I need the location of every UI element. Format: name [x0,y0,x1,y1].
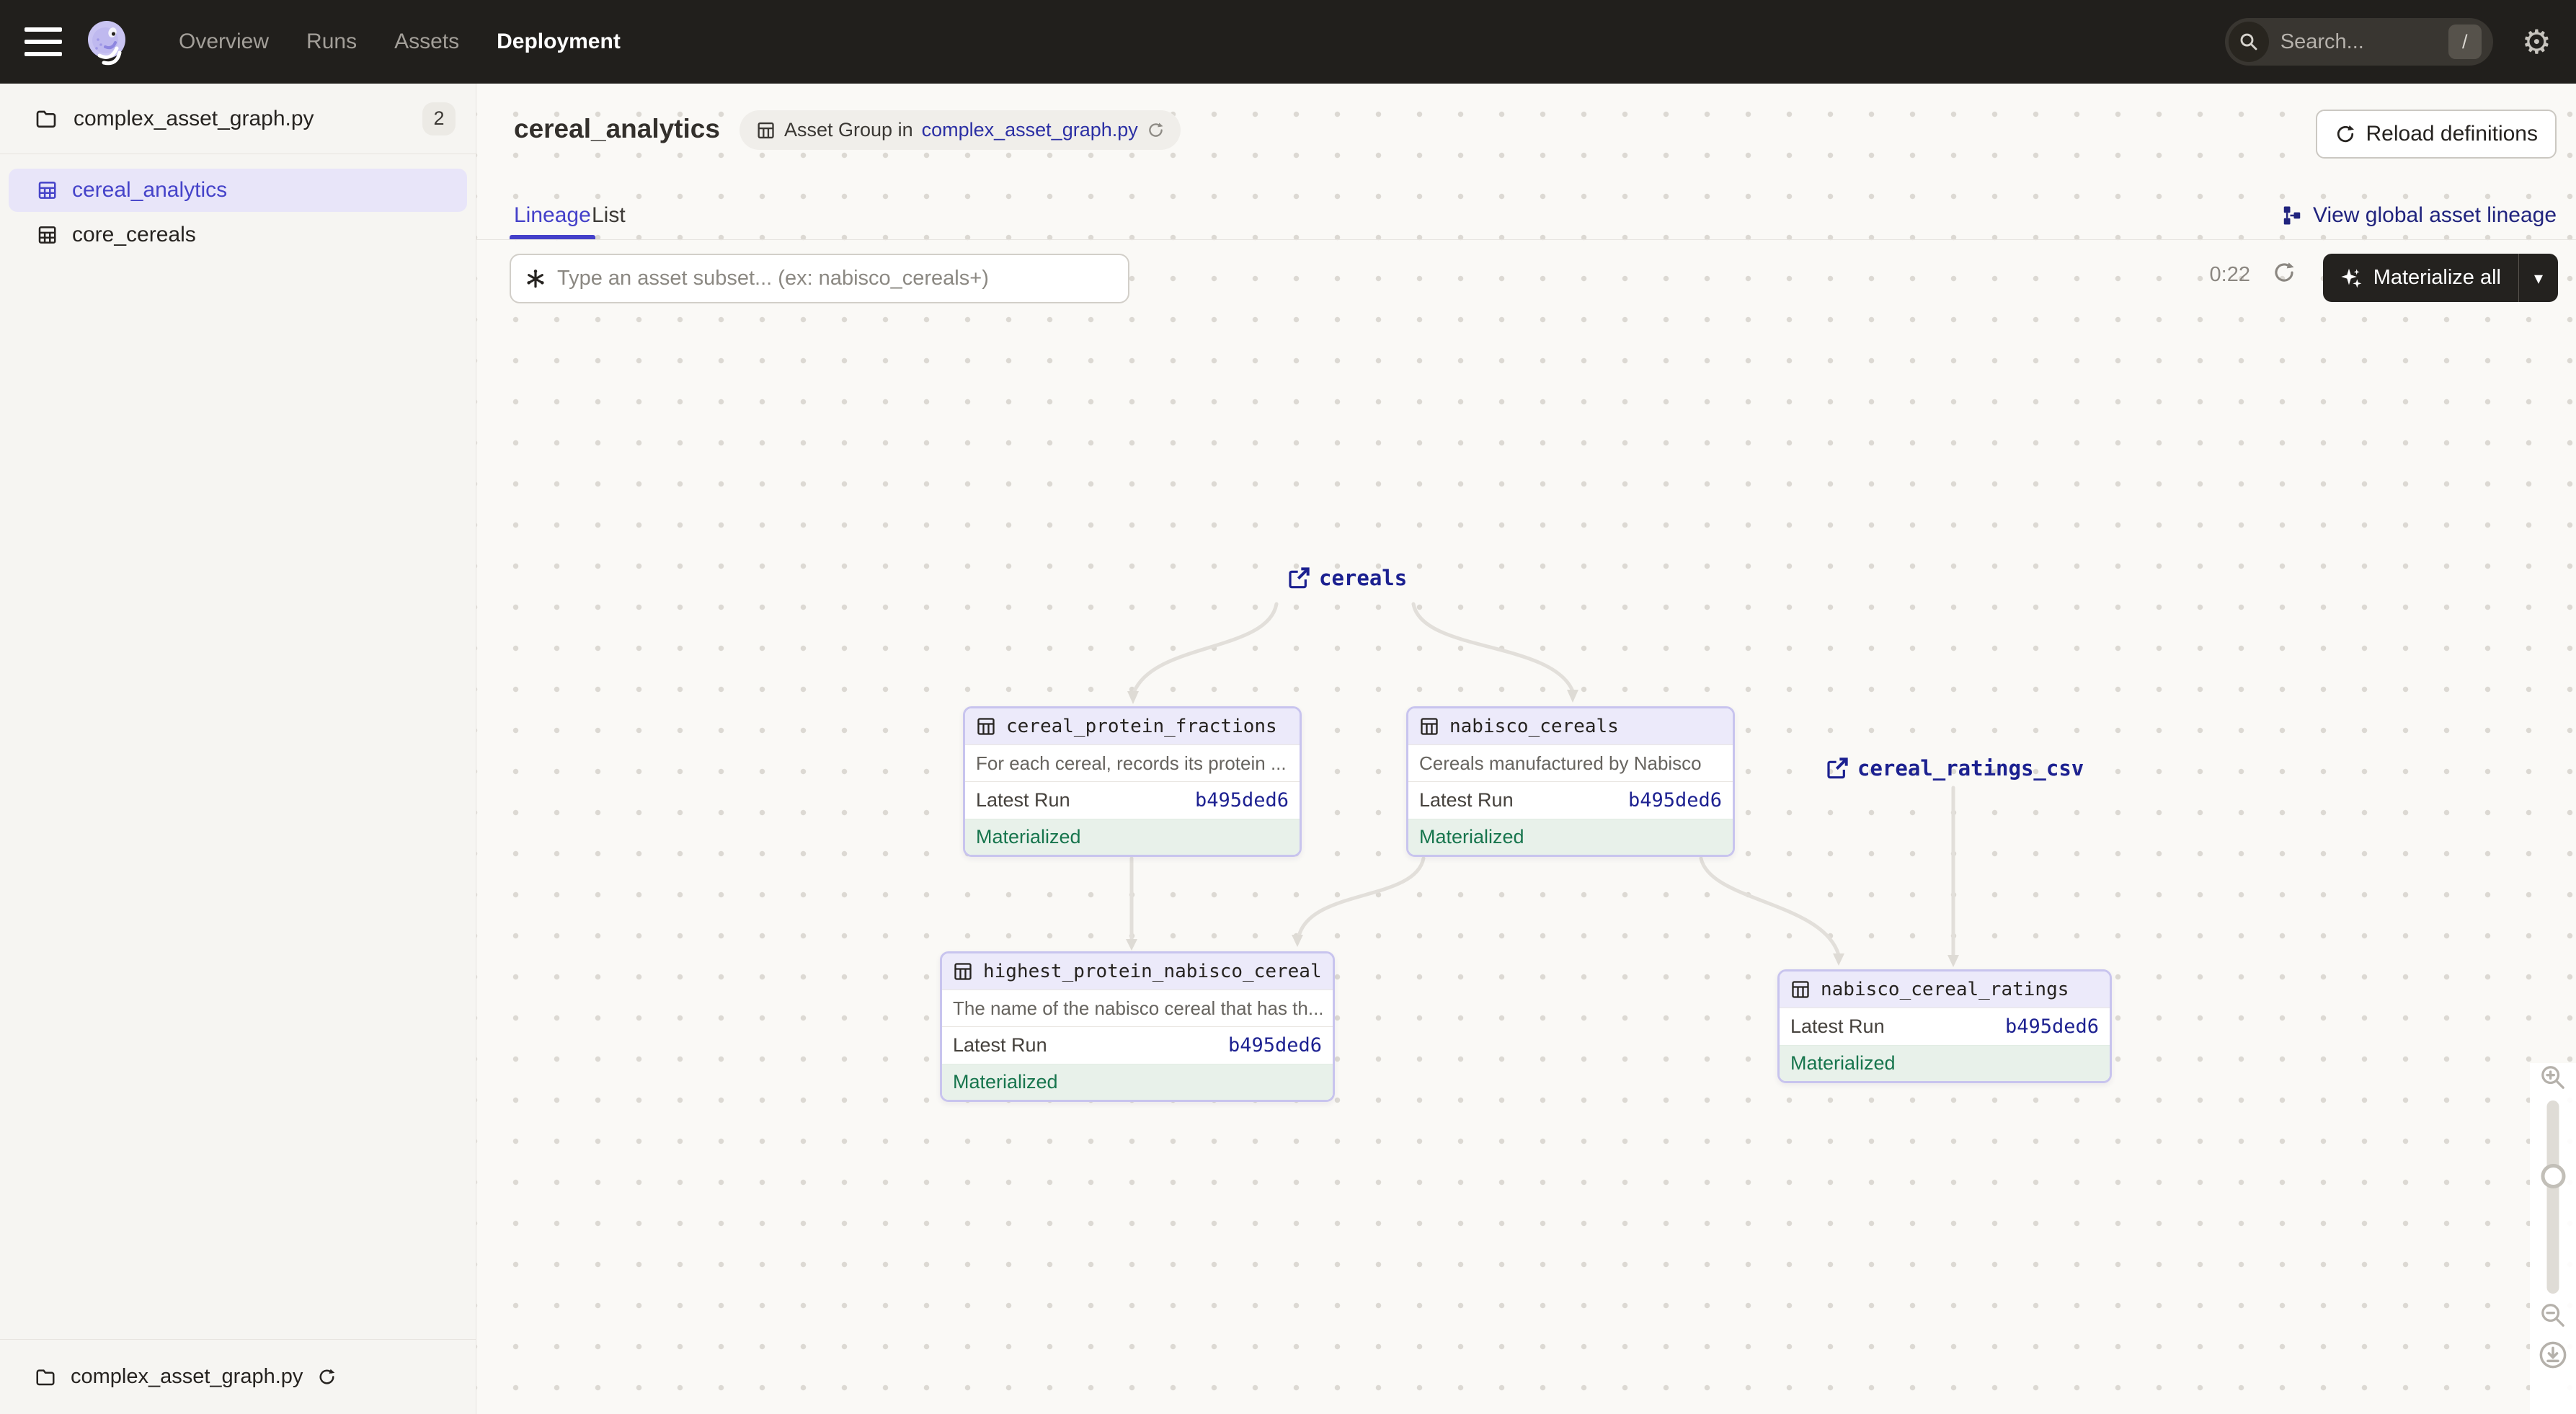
source-asset-cereals[interactable]: cereals [1287,566,1407,590]
view-global-asset-lineage-link[interactable]: View global asset lineage [2281,192,2557,239]
asset-description: Cereals manufactured by Nabisco [1408,744,1733,781]
status-badge: Materialized [1408,819,1733,855]
latest-run-label: Latest Run [1790,1015,1885,1038]
reload-icon[interactable] [1147,121,1165,139]
download-view-icon[interactable] [2538,1340,2568,1370]
external-link-icon [1287,566,1310,590]
asset-name: highest_protein_nabisco_cereal [983,961,1322,982]
zoom-out-icon[interactable] [2539,1301,2567,1330]
status-badge: Materialized [1780,1045,2110,1081]
table-icon [953,961,973,982]
search-icon [2229,22,2269,62]
gear-icon[interactable]: ⚙ [2522,25,2551,58]
nav-assets[interactable]: Assets [394,30,459,54]
folder-icon [35,107,58,130]
lineage-graph-icon [2281,205,2303,226]
asset-node-highest-protein-nabisco-cereal[interactable]: highest_protein_nabisco_cereal The name … [940,951,1335,1102]
asset-group-icon [36,179,58,201]
context-prefix-label: Asset Group in [784,119,913,141]
nav-overview[interactable]: Overview [179,30,269,54]
lineage-canvas[interactable]: 0:22 Materialize all ▾ [476,240,2576,1414]
zoom-in-icon[interactable] [2539,1063,2567,1092]
sidebar-item-cereal-analytics[interactable]: cereal_analytics [9,169,467,212]
dagster-logo-icon[interactable] [84,18,131,66]
sidebar: complex_asset_graph.py 2 cereal_analytic… [0,84,476,1414]
hamburger-menu-icon[interactable] [25,27,62,56]
search-shortcut-key: / [2448,25,2482,59]
table-icon [1790,979,1811,1000]
tab-list[interactable]: List [592,192,626,239]
asset-group-icon [36,224,58,246]
latest-run-label: Latest Run [1419,789,1514,812]
asset-node-cereal-protein-fractions[interactable]: cereal_protein_fractions For each cereal… [963,706,1302,857]
nav-deployment[interactable]: Deployment [497,30,621,54]
repo-count-badge: 2 [422,102,456,135]
asset-node-header: nabisco_cereal_ratings [1780,971,2110,1008]
reload-definitions-label: Reload definitions [2366,122,2539,146]
sidebar-item-core-cereals[interactable]: core_cereals [9,213,467,257]
global-search[interactable]: / [2225,18,2493,66]
run-id-link[interactable]: b495ded6 [1195,789,1289,812]
sidebar-repo-row[interactable]: complex_asset_graph.py 2 [0,84,476,154]
asset-node-header: nabisco_cereals [1408,708,1733,744]
main-content: cereal_analytics Asset Group in complex_… [476,84,2576,1414]
asset-description: For each cereal, records its protein ... [965,744,1300,781]
folder-icon [35,1366,56,1388]
reload-definitions-button[interactable]: Reload definitions [2316,110,2557,159]
status-badge: Materialized [942,1064,1333,1100]
reload-icon[interactable] [317,1367,337,1387]
run-id-link[interactable]: b495ded6 [1628,789,1722,812]
asset-group-context-pill: Asset Group in complex_asset_graph.py [740,110,1181,150]
tabs-row: Lineage List View global asset lineage [476,192,2576,240]
sidebar-item-label: core_cereals [72,223,196,247]
table-icon [976,716,996,737]
asset-node-nabisco-cereals[interactable]: nabisco_cereals Cereals manufactured by … [1406,706,1735,857]
asset-node-header: cereal_protein_fractions [965,708,1300,744]
footer-repo-label: complex_asset_graph.py [71,1365,303,1389]
page-header: cereal_analytics Asset Group in complex_… [476,84,2576,240]
zoom-slider-handle[interactable] [2541,1164,2565,1188]
status-badge: Materialized [965,819,1300,855]
zoom-slider-track[interactable] [2547,1100,2559,1294]
nav-runs[interactable]: Runs [306,30,357,54]
view-global-asset-lineage-label: View global asset lineage [2313,203,2557,228]
asset-name: nabisco_cereal_ratings [1821,979,2069,1000]
table-icon [1419,716,1439,737]
latest-run-label: Latest Run [976,789,1070,812]
page-title: cereal_analytics [514,114,720,144]
source-asset-label: cereal_ratings_csv [1857,756,2084,781]
top-navigation-bar: Overview Runs Assets Deployment / ⚙ [0,0,2576,84]
asset-name: cereal_protein_fractions [1006,716,1277,737]
asset-node-header: highest_protein_nabisco_cereal [942,953,1333,990]
context-repo-link[interactable]: complex_asset_graph.py [922,119,1138,141]
repo-name-label: complex_asset_graph.py [74,107,407,131]
search-input[interactable] [2280,30,2432,54]
reload-icon [2335,123,2356,145]
sidebar-item-label: cereal_analytics [72,178,227,203]
latest-run-label: Latest Run [953,1034,1047,1057]
zoom-controls [2530,1063,2576,1414]
external-link-icon [1826,757,1849,780]
asset-name: nabisco_cereals [1449,716,1619,737]
primary-nav: Overview Runs Assets Deployment [179,30,621,54]
run-id-link[interactable]: b495ded6 [2005,1015,2099,1038]
tab-lineage[interactable]: Lineage [514,192,591,239]
source-asset-cereal-ratings-csv[interactable]: cereal_ratings_csv [1826,756,2084,781]
asset-node-nabisco-cereal-ratings[interactable]: nabisco_cereal_ratings Latest Run b495de… [1777,969,2112,1083]
source-asset-label: cereals [1319,566,1407,590]
asset-group-icon [755,120,776,141]
asset-description: The name of the nabisco cereal that has … [942,990,1333,1026]
sidebar-footer: complex_asset_graph.py [0,1339,476,1414]
run-id-link[interactable]: b495ded6 [1228,1034,1322,1057]
